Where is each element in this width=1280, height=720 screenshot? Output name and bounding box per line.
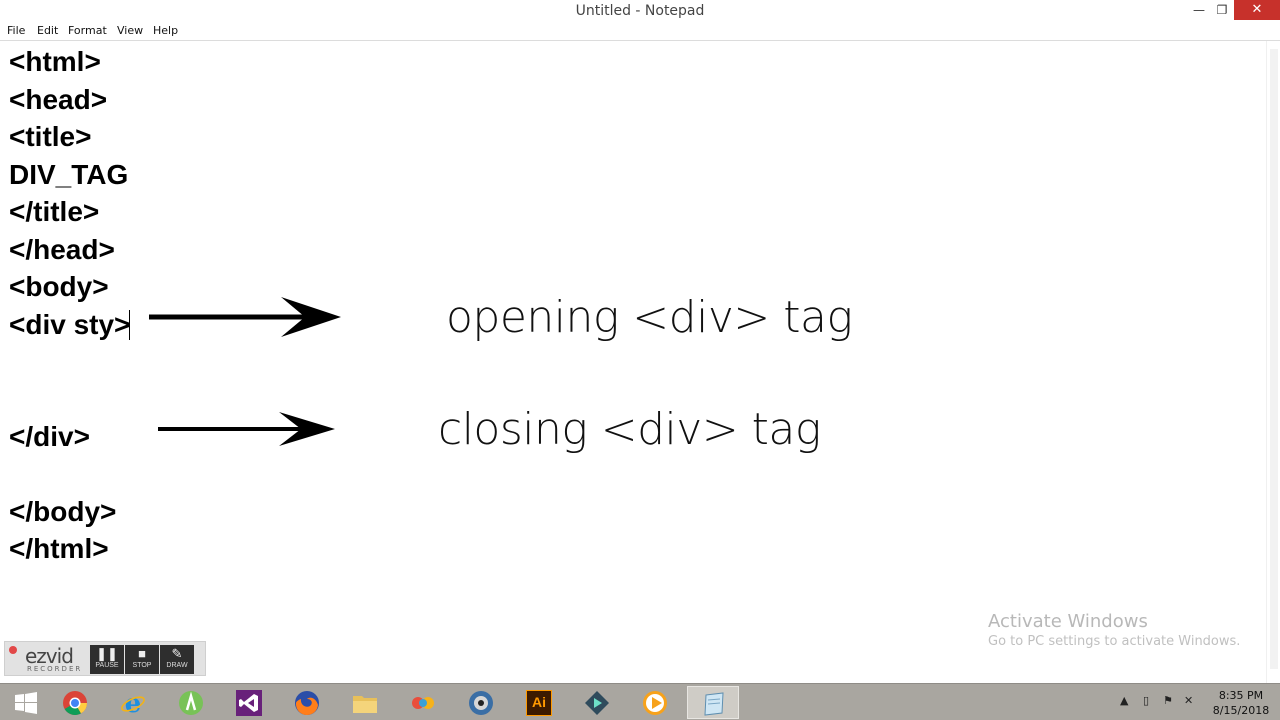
opening-arrow-icon [149, 297, 341, 337]
scrollbar-thumb[interactable] [1270, 49, 1278, 669]
draw-label: DRAW [166, 662, 188, 669]
text-caret [129, 310, 130, 340]
close-button[interactable]: ✕ [1234, 0, 1280, 20]
taskbar-internet-explorer[interactable]: e [107, 686, 159, 719]
editor-line: </head> [9, 234, 115, 265]
closing-arrow-icon [158, 412, 335, 446]
battery-icon[interactable]: ▯ [1143, 694, 1149, 707]
chrome-icon [63, 691, 87, 716]
closing-annotation: closing <div> tag [438, 404, 821, 455]
taskbar: e Ai ▲ ▯ ⚑ ✕ 8:35 PM 8/15/2018 [0, 683, 1280, 720]
taskbar-file-explorer[interactable] [339, 686, 391, 719]
taskbar-app-globe[interactable] [455, 686, 507, 719]
ezvid-recorder: ezvid RECORDER ❚❚ PAUSE ■ STOP ✎ DRAW [4, 641, 206, 676]
internet-explorer-icon: e [121, 690, 145, 716]
pause-icon: ❚❚ [96, 646, 118, 661]
editor-line: <body> [9, 271, 109, 302]
stop-label: STOP [132, 662, 152, 669]
editor-line: DIV_TAG [9, 159, 129, 190]
text-editor[interactable]: <html> <head> <title> DIV_TAG </title> <… [0, 41, 1266, 683]
play-icon [643, 691, 667, 715]
taskbar-firefox[interactable] [281, 686, 333, 719]
menu-bar: File Edit Format View Help [0, 22, 1280, 41]
pause-label: PAUSE [95, 662, 119, 669]
title-bar: Untitled - Notepad — ❐ ✕ [0, 0, 1280, 22]
android-studio-icon [179, 691, 203, 715]
ezvid-subtitle: RECORDER [27, 665, 83, 673]
editor-line: </div> [9, 421, 90, 452]
taskbar-chrome[interactable] [49, 686, 101, 719]
draw-button[interactable]: ✎ DRAW [160, 645, 194, 674]
taskbar-app-colorful[interactable] [397, 686, 449, 719]
editor-line: <div sty> [9, 309, 131, 340]
svg-text:e: e [125, 690, 142, 716]
firefox-icon [295, 691, 319, 716]
taskbar-filmora[interactable] [571, 686, 623, 719]
show-hidden-icons-icon[interactable]: ▲ [1120, 694, 1128, 707]
flag-icon[interactable]: ⚑ [1163, 694, 1173, 707]
menu-edit[interactable]: Edit [37, 24, 58, 37]
windows-logo-icon [15, 692, 37, 714]
menu-file[interactable]: File [7, 24, 25, 37]
stop-button[interactable]: ■ STOP [125, 645, 159, 674]
pause-button[interactable]: ❚❚ PAUSE [90, 645, 124, 674]
menu-view[interactable]: View [117, 24, 143, 37]
menu-format[interactable]: Format [68, 24, 107, 37]
clock-time: 8:35 PM [1218, 689, 1264, 702]
taskbar-notepad[interactable] [687, 686, 739, 719]
folder-icon [353, 696, 377, 713]
window-title: Untitled - Notepad [575, 3, 705, 19]
activate-windows-hint: Go to PC settings to activate Windows. [988, 634, 1241, 649]
editor-line: </html> [9, 533, 109, 564]
taskbar-illustrator[interactable]: Ai [513, 686, 565, 719]
minimize-button[interactable]: — [1186, 0, 1212, 20]
menu-help[interactable]: Help [153, 24, 178, 37]
clock-date: 8/15/2018 [1212, 704, 1270, 717]
editor-line: <html> [9, 46, 101, 77]
start-button[interactable] [0, 686, 52, 719]
taskbar-android-studio[interactable] [165, 686, 217, 719]
taskbar-visual-studio[interactable] [223, 686, 275, 719]
editor-line: <head> [9, 84, 108, 115]
activate-windows-title: Activate Windows [988, 611, 1148, 632]
colorful-app-icon [412, 697, 434, 709]
editor-line: </body> [9, 496, 117, 527]
opening-annotation: opening <div> tag [446, 292, 853, 343]
notepad-icon [704, 692, 724, 716]
editor-line: <title> [9, 121, 92, 152]
system-clock[interactable]: 8:35 PM 8/15/2018 [1206, 688, 1276, 718]
restore-button[interactable]: ❐ [1210, 0, 1234, 20]
visual-studio-icon [236, 690, 262, 716]
filmora-icon [585, 691, 609, 715]
draw-icon: ✎ [171, 646, 183, 661]
stop-icon: ■ [138, 646, 146, 661]
network-icon[interactable]: ✕ [1184, 694, 1193, 707]
record-indicator-icon [9, 646, 17, 654]
vertical-scrollbar[interactable] [1266, 41, 1280, 683]
editor-line: </title> [9, 196, 100, 227]
taskbar-media-player[interactable] [629, 686, 681, 719]
illustrator-label: Ai [532, 694, 546, 710]
globe-app-icon [469, 691, 493, 715]
